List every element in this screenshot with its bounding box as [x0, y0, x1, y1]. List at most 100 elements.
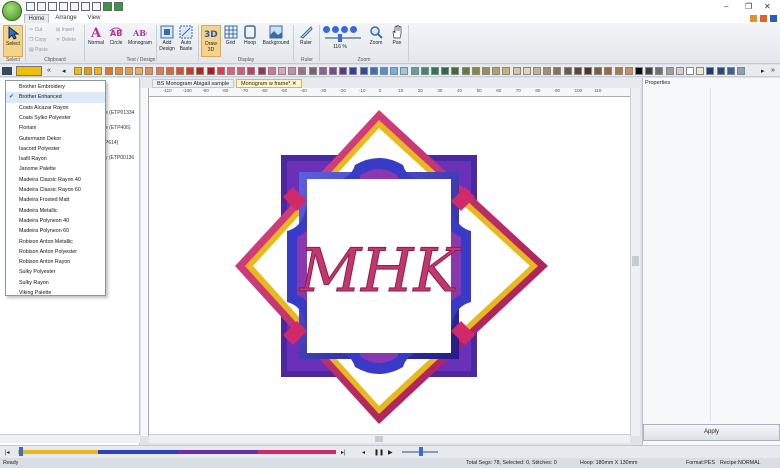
color-swatch[interactable]	[247, 67, 256, 75]
color-swatch[interactable]	[125, 67, 133, 75]
color-swatch[interactable]	[686, 67, 694, 75]
color-swatch[interactable]	[573, 67, 582, 75]
color-swatch[interactable]	[186, 67, 195, 75]
color-swatch[interactable]	[502, 67, 511, 75]
stitch-progress-track[interactable]	[18, 450, 336, 454]
thread-brand-dropdown[interactable]: Brother Embroidery ✔ Brother Enhanced Coats…	[5, 80, 106, 296]
color-swatch[interactable]	[431, 67, 439, 75]
tab-home[interactable]: Home	[24, 14, 49, 23]
hscroll-thumb[interactable]	[375, 436, 383, 442]
dropdown-item[interactable]: Madeira Metallic	[6, 206, 105, 216]
dropdown-item[interactable]: Madeira Polyneon 60	[6, 226, 105, 236]
sim-first-icon[interactable]: |◂	[5, 449, 10, 456]
design-canvas[interactable]: MHK	[149, 97, 630, 434]
insert-button[interactable]: ⊞ Insert	[56, 27, 74, 33]
delete-button[interactable]: ✕ Delete	[56, 37, 76, 43]
sim-pause-icon[interactable]: ❚❚	[374, 449, 384, 456]
dropdown-item[interactable]: Madeira Polyneon 40	[6, 216, 105, 226]
dropdown-item[interactable]: Gutermann Dekor	[6, 134, 105, 144]
auto-baste-button[interactable]: Auto Baste	[177, 25, 195, 57]
color-swatch[interactable]	[329, 67, 337, 75]
text-monogram-button[interactable]: ABC Monogram	[126, 25, 154, 57]
palette-last-icon[interactable]: »	[771, 67, 775, 74]
monogram-design[interactable]: MHK	[149, 97, 630, 434]
help-icon[interactable]	[750, 15, 757, 22]
palette-menu-icon[interactable]	[2, 67, 12, 75]
color-swatch[interactable]	[441, 67, 450, 75]
color-swatch[interactable]	[94, 67, 103, 75]
color-swatch[interactable]	[135, 67, 144, 75]
color-swatch[interactable]	[471, 67, 480, 75]
color-swatch[interactable]	[594, 67, 603, 75]
color-swatch[interactable]	[410, 67, 419, 75]
color-swatch[interactable]	[696, 67, 705, 75]
dropdown-item[interactable]: Brother Embroidery	[6, 82, 105, 92]
sim-play-icon[interactable]: ▶	[388, 449, 393, 456]
dropdown-item[interactable]: Janome Palette	[6, 164, 105, 174]
text-normal-button[interactable]: A Normal	[86, 25, 106, 57]
dropdown-item[interactable]: Isafil Rayon	[6, 154, 105, 164]
stitch-progress-thumb[interactable]	[19, 447, 23, 456]
color-swatch[interactable]	[420, 67, 429, 75]
color-swatch[interactable]	[74, 67, 82, 75]
color-swatch[interactable]	[584, 67, 592, 75]
sim-speed-thumb[interactable]	[419, 447, 423, 456]
add-design-button[interactable]: Add Design	[158, 25, 176, 57]
save-icon[interactable]	[48, 2, 57, 11]
paste-button[interactable]: ▤ Paste	[29, 47, 48, 53]
color-swatch[interactable]	[522, 67, 531, 75]
palette-first-icon[interactable]: «	[47, 67, 51, 74]
color-swatch[interactable]	[726, 67, 735, 75]
canvas-vscroll[interactable]	[630, 88, 640, 436]
color-swatch[interactable]	[104, 67, 113, 75]
dropdown-item[interactable]: ✔ Brother Enhanced	[6, 92, 105, 103]
color-swatch[interactable]	[298, 67, 307, 75]
color-swatch[interactable]	[461, 67, 470, 75]
color-swatch[interactable]	[553, 67, 562, 75]
color-swatch[interactable]	[318, 67, 327, 75]
dropdown-item[interactable]: Viking Palette	[6, 288, 105, 298]
color-swatch[interactable]	[267, 67, 276, 75]
dropdown-item[interactable]: Robison Anton Polyester	[6, 247, 105, 257]
draw-3d-button[interactable]: 3D Draw 3D	[201, 25, 221, 57]
color-swatch[interactable]	[635, 67, 643, 75]
print-preview-icon[interactable]	[81, 2, 90, 11]
color-swatch[interactable]	[706, 67, 715, 75]
color-swatch[interactable]	[176, 67, 184, 75]
apply-button[interactable]: Apply	[643, 424, 780, 441]
close-icon[interactable]: ✕	[764, 2, 771, 11]
undo-icon[interactable]	[92, 2, 101, 11]
tab-document-monogram[interactable]: Monogram w frame* ✕	[236, 79, 302, 88]
zoom-button[interactable]: Zoom	[366, 25, 386, 57]
canvas-hscroll[interactable]	[149, 434, 630, 443]
color-swatch[interactable]	[359, 67, 368, 75]
color-swatch[interactable]	[216, 67, 225, 75]
grid-button[interactable]: Grid	[222, 25, 239, 57]
new-file-icon[interactable]	[26, 2, 35, 11]
color-swatch[interactable]	[451, 67, 460, 75]
minimize-icon[interactable]: –	[724, 2, 728, 11]
dropdown-item[interactable]: Coats Sylko Polyester	[6, 113, 105, 123]
color-swatch[interactable]	[165, 67, 174, 75]
dropdown-item[interactable]: Robison Anton Rayon	[6, 257, 105, 267]
pan-button[interactable]: Pan	[388, 25, 406, 57]
color-swatch[interactable]	[84, 67, 93, 75]
color-swatch[interactable]	[380, 67, 388, 75]
color-swatch[interactable]	[492, 67, 501, 75]
settings-icon[interactable]	[770, 15, 777, 22]
color-swatch[interactable]	[737, 67, 745, 75]
color-swatch[interactable]	[675, 67, 684, 75]
current-color-swatch[interactable]	[16, 66, 42, 76]
color-swatch[interactable]	[278, 67, 286, 75]
dropdown-item[interactable]: Floriani	[6, 123, 105, 133]
open-file-icon[interactable]	[37, 2, 46, 11]
zoom-slider[interactable]	[325, 37, 361, 39]
color-swatch[interactable]	[339, 67, 348, 75]
select-button[interactable]: Select	[3, 25, 23, 57]
color-swatch[interactable]	[645, 67, 654, 75]
color-swatch[interactable]	[390, 67, 399, 75]
tab-view[interactable]: View	[84, 14, 104, 23]
color-swatch[interactable]	[227, 67, 235, 75]
color-swatch[interactable]	[196, 67, 205, 75]
sim-step-back-icon[interactable]: ◂	[362, 449, 365, 456]
